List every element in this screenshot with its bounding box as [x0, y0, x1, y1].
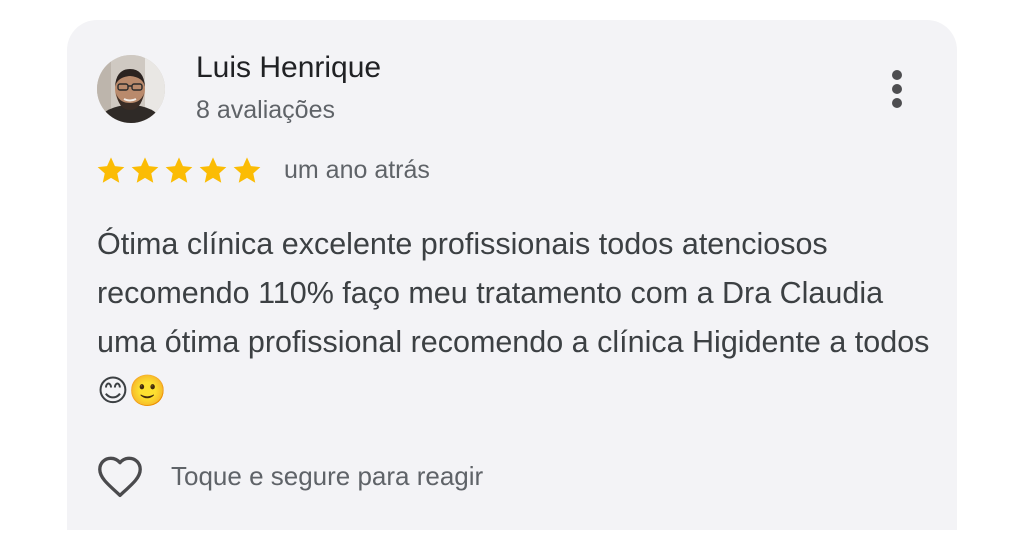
star-icon [197, 155, 229, 189]
star-icon [129, 155, 161, 189]
star-icon [163, 155, 195, 189]
react-label: Toque e segure para reagir [171, 460, 484, 491]
review-text: Ótima clínica excelente profissionais to… [97, 227, 930, 408]
heart-outline-icon [95, 453, 145, 499]
star-icon [231, 155, 263, 189]
star-icon [95, 155, 127, 189]
react-button[interactable]: Toque e segure para reagir [95, 450, 483, 502]
review-date: um ano atrás [284, 156, 430, 184]
author-name[interactable]: Luis Henrique [196, 51, 381, 85]
star-rating [95, 155, 263, 189]
more-vert-icon [892, 70, 902, 80]
review-card: Luis Henrique 8 avaliações um ano atrás … [67, 20, 957, 530]
avatar[interactable] [97, 55, 165, 123]
more-options-button[interactable] [879, 65, 915, 113]
author-reviews-count: 8 avaliações [196, 96, 335, 124]
